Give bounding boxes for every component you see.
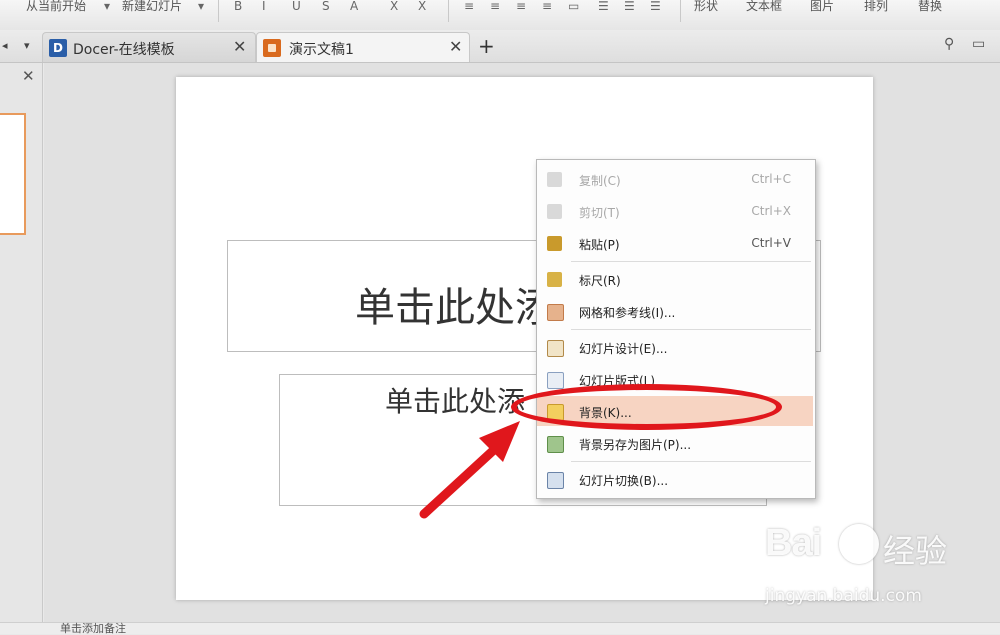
shapes-button[interactable]: 形状 xyxy=(694,0,718,12)
notes-placeholder[interactable]: 单击添加备注 xyxy=(60,623,126,634)
menu-item-save-background-as-picture[interactable]: 背景另存为图片(P)... xyxy=(537,428,813,458)
align-center-icon[interactable]: ≡ xyxy=(490,0,500,12)
menu-item-cut[interactable]: 剪切(T) Ctrl+X xyxy=(537,196,813,226)
title-placeholder-text: 单击此处添 xyxy=(355,285,555,331)
font-color-icon[interactable]: A xyxy=(350,0,358,12)
pin-icon[interactable]: ⚲ xyxy=(944,36,954,52)
start-from-current-button[interactable]: 从当前开始 xyxy=(26,0,86,12)
close-icon[interactable]: ✕ xyxy=(22,67,35,85)
subscript-icon[interactable]: X xyxy=(418,0,426,12)
grid-icon xyxy=(547,304,564,321)
tab-presentation-1[interactable]: 演示文稿1 ✕ xyxy=(256,32,470,62)
document-tab-bar: ◂ ▾ D Docer-在线模板 ✕ 演示文稿1 ✕ + ⚲ ▭ xyxy=(0,30,1000,63)
slide-thumbnail[interactable] xyxy=(0,113,26,235)
tab-label: 演示文稿1 xyxy=(289,42,354,58)
toolbar-divider xyxy=(448,0,449,22)
italic-icon[interactable]: I xyxy=(262,0,266,12)
cut-icon xyxy=(547,204,562,219)
tab-list-dropdown-icon[interactable]: ▾ xyxy=(24,39,30,52)
bullets-icon[interactable]: ☰ xyxy=(598,0,609,12)
slide-thumbnail-pane: ✕ xyxy=(0,63,43,623)
ribbon-toolbar: 从当前开始 ▾ 新建幻灯片 ▾ B I U S A X X ≡ ≡ ≡ ≡ ▭ … xyxy=(0,0,1000,31)
dropdown-arrow-icon[interactable]: ▾ xyxy=(104,0,110,12)
watermark-url: jingyan.baidu.com xyxy=(765,586,922,606)
context-menu: 复制(C) Ctrl+C 剪切(T) Ctrl+X 粘贴(P) Ctrl+V 标… xyxy=(536,159,816,499)
copy-icon xyxy=(547,172,562,187)
arrange-button[interactable]: 排列 xyxy=(864,0,888,12)
menu-item-slide-design[interactable]: 幻灯片设计(E)... xyxy=(537,332,813,362)
docer-icon: D xyxy=(49,39,67,57)
close-icon[interactable]: ✕ xyxy=(449,37,462,56)
menu-item-slide-transition[interactable]: 幻灯片切换(B)... xyxy=(537,464,813,494)
bold-icon[interactable]: B xyxy=(234,0,242,12)
tab-scroll-left-icon[interactable]: ◂ xyxy=(2,39,8,52)
align-right-icon[interactable]: ≡ xyxy=(516,0,526,12)
menu-item-grid-guides[interactable]: 网格和参考线(I)... xyxy=(537,296,813,326)
slide-design-icon xyxy=(547,340,564,357)
subtitle-placeholder-text: 单击此处添 xyxy=(385,385,526,418)
paste-icon xyxy=(547,236,562,251)
picture-button[interactable]: 图片 xyxy=(810,0,834,12)
line-spacing-icon[interactable]: ☰ xyxy=(650,0,661,12)
replace-button[interactable]: 替换 xyxy=(918,0,942,12)
justify-icon[interactable]: ≡ xyxy=(542,0,552,12)
textbox-button[interactable]: 文本框 xyxy=(746,0,782,12)
save-background-icon xyxy=(547,436,564,453)
watermark-brand-cn: 经验 xyxy=(883,532,948,570)
slide-transition-icon xyxy=(547,472,564,489)
menu-divider xyxy=(571,461,811,462)
new-slide-button[interactable]: 新建幻灯片 xyxy=(122,0,182,12)
underline-icon[interactable]: U xyxy=(292,0,301,12)
status-bar: 单击添加备注 xyxy=(0,622,1000,634)
annotation-highlight-ellipse xyxy=(511,384,782,430)
toolbar-divider xyxy=(680,0,681,22)
numbering-icon[interactable]: ☰ xyxy=(624,0,635,12)
menu-item-paste[interactable]: 粘贴(P) Ctrl+V xyxy=(537,228,813,258)
menu-divider xyxy=(571,261,811,262)
close-icon[interactable]: ✕ xyxy=(233,37,246,56)
superscript-icon[interactable]: X xyxy=(390,0,398,12)
ruler-icon xyxy=(547,272,562,287)
align-left-icon[interactable]: ≡ xyxy=(464,0,474,12)
strikethrough-icon[interactable]: S xyxy=(322,0,330,12)
minimize-ribbon-icon[interactable]: ▭ xyxy=(972,36,985,52)
toolbar-divider xyxy=(218,0,219,22)
new-tab-icon[interactable]: + xyxy=(478,34,495,58)
distribute-icon[interactable]: ▭ xyxy=(568,0,579,12)
paw-logo-icon xyxy=(839,524,879,564)
watermark-brand: Bai xyxy=(765,522,822,564)
dropdown-arrow-icon[interactable]: ▾ xyxy=(198,0,204,12)
menu-item-ruler[interactable]: 标尺(R) xyxy=(537,264,813,294)
tab-label: Docer-在线模板 xyxy=(73,42,175,58)
slide-layout-icon xyxy=(547,372,564,389)
presentation-doc-icon xyxy=(263,39,281,57)
baidu-jingyan-watermark: Bai 经验 jingyan.baidu.com xyxy=(765,522,995,612)
menu-item-copy[interactable]: 复制(C) Ctrl+C xyxy=(537,164,813,194)
tab-docer-templates[interactable]: D Docer-在线模板 ✕ xyxy=(42,32,256,62)
menu-divider xyxy=(571,329,811,330)
